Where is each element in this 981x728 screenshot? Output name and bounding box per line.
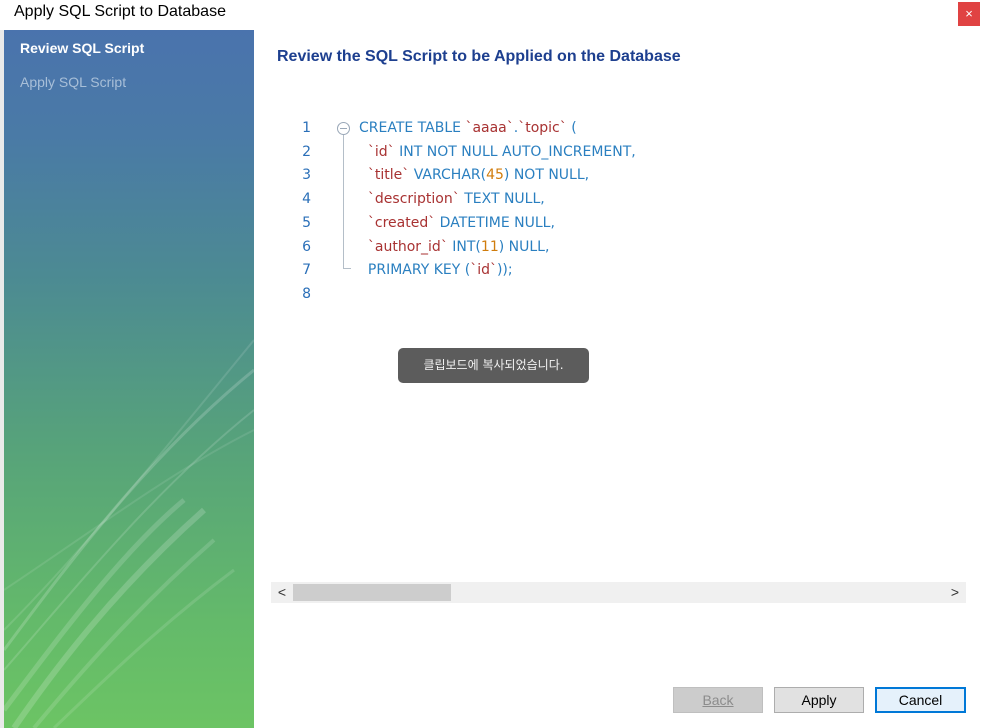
code-line: 4 `description` TEXT NULL,: [271, 187, 966, 211]
close-button[interactable]: ×: [958, 2, 980, 26]
code-token: `title`: [367, 167, 410, 184]
code-token: `topic`: [518, 120, 567, 136]
back-button[interactable]: Back: [673, 687, 763, 713]
code-token: `description`: [367, 191, 460, 208]
code-text: CREATE TABLE `aaaa`.`topic` (: [359, 116, 577, 140]
sql-editor[interactable]: 1 CREATE TABLE `aaaa`.`topic` (2 `id` INT…: [271, 112, 966, 582]
code-token: (: [566, 120, 577, 136]
horizontal-scrollbar[interactable]: < >: [271, 582, 966, 603]
wizard-sidebar: Review SQL Script Apply SQL Script: [4, 30, 254, 728]
toast-notification: 클립보드에 복사되었습니다.: [398, 348, 589, 383]
code-token: `aaaa`: [465, 120, 514, 136]
code-text: `description` TEXT NULL,: [359, 187, 545, 211]
line-number: 3: [302, 167, 311, 184]
code-text: `title` VARCHAR(45) NOT NULL,: [359, 163, 589, 187]
code-token: TEXT NULL,: [459, 191, 545, 208]
code-line: 8: [271, 282, 966, 306]
scroll-left-arrow-icon[interactable]: <: [271, 582, 293, 603]
sidebar-item-apply-sql-script: Apply SQL Script: [20, 74, 127, 90]
cancel-button[interactable]: Cancel: [875, 687, 966, 713]
code-token: INT NOT NULL AUTO_INCREMENT,: [394, 143, 636, 160]
apply-button[interactable]: Apply: [774, 687, 864, 713]
code-token: `id`: [367, 143, 395, 160]
sidebar-item-review-sql-script: Review SQL Script: [20, 40, 145, 56]
code-line: 3 `title` VARCHAR(45) NOT NULL,: [271, 163, 966, 187]
code-line: 6 `author_id` INT(11) NULL,: [271, 235, 966, 259]
code-token: `author_id`: [367, 238, 448, 255]
scrollbar-thumb[interactable]: [293, 584, 451, 601]
code-line: 1 CREATE TABLE `aaaa`.`topic` (: [271, 116, 966, 140]
line-number: 1: [302, 120, 311, 136]
code-line: 7 PRIMARY KEY (`id`));: [271, 258, 966, 282]
code-token: VARCHAR(: [409, 167, 487, 184]
sidebar-decoration: [4, 339, 254, 728]
page-title: Review the SQL Script to be Applied on t…: [277, 48, 681, 65]
line-number: 4: [302, 191, 311, 208]
window-title: Apply SQL Script to Database: [14, 3, 226, 20]
code-token: `created`: [367, 214, 436, 231]
back-button-label: Back: [702, 692, 734, 708]
code-token: ) NULL,: [498, 238, 550, 255]
code-token: CREATE TABLE: [359, 120, 466, 136]
code-token: ) NOT NULL,: [503, 167, 590, 184]
code-token: DATETIME NULL,: [435, 214, 555, 231]
line-number: 5: [302, 214, 311, 231]
code-text: PRIMARY KEY (`id`));: [359, 258, 513, 282]
code-text: `created` DATETIME NULL,: [359, 211, 555, 235]
code-token: PRIMARY KEY (: [359, 262, 471, 279]
code-token: 45: [486, 167, 504, 184]
code-token: `id`: [470, 262, 497, 279]
code-text: `author_id` INT(11) NULL,: [359, 235, 550, 259]
code-token: ));: [496, 262, 513, 279]
line-number: 2: [302, 143, 311, 160]
code-text: `id` INT NOT NULL AUTO_INCREMENT,: [359, 140, 636, 164]
code-line: 5 `created` DATETIME NULL,: [271, 211, 966, 235]
title-bar: Apply SQL Script to Database ×: [0, 0, 981, 30]
code-token: INT(: [447, 238, 481, 255]
code-line: 2 `id` INT NOT NULL AUTO_INCREMENT,: [271, 140, 966, 164]
code-token: 11: [480, 238, 499, 255]
scroll-right-arrow-icon[interactable]: >: [944, 582, 966, 603]
line-number: 8: [302, 285, 311, 302]
line-number: 6: [302, 238, 311, 255]
line-number: 7: [302, 262, 311, 279]
